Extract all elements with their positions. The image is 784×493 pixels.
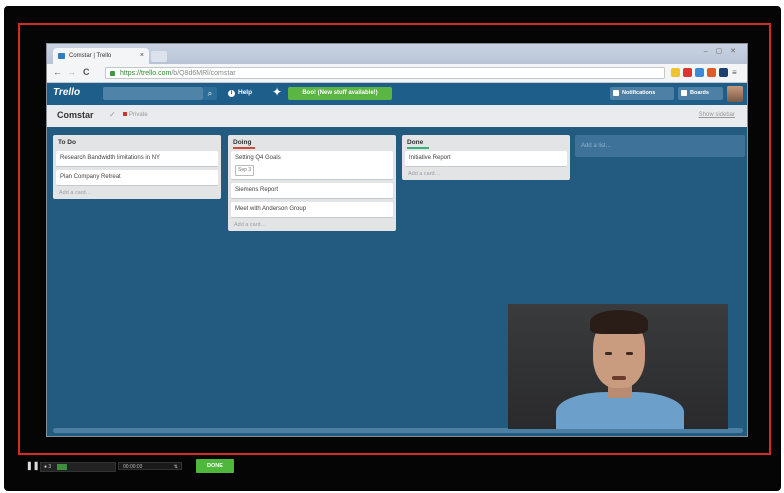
card[interactable]: Plan Company Retreat [56,170,218,186]
extension-icon[interactable] [719,68,728,77]
info-icon: i [228,90,235,97]
forward-icon[interactable]: → [67,67,76,77]
card-text: Plan Company Retreat [60,174,121,180]
board-title[interactable]: Comstar [57,110,94,120]
done-button[interactable]: DONE [196,459,234,473]
label-bar [407,147,429,149]
url-input[interactable]: https://trello.com/b/Q8d6MRl/comstar [105,67,665,79]
lock-icon [110,71,115,76]
window-controls[interactable]: – ▢ ✕ [704,47,739,55]
avatar[interactable] [727,86,743,102]
add-list-button[interactable]: Add a list… [575,135,745,157]
new-stuff-button[interactable]: Boo! (New stuff available!) [288,87,392,100]
notifications-label: Notifications [622,90,656,96]
tab-title: Comstar | Trello [69,53,112,59]
show-sidebar-link[interactable]: Show sidebar [699,112,735,118]
list-title[interactable]: To Do [56,137,218,148]
recording-timer: 00:00:03 ⇅ [118,462,182,470]
recorder-controls: ❚❚ ● 3 00:00:03 ⇅ DONE [22,459,242,473]
card[interactable]: Meet with Anderson Group [231,202,393,218]
list-title[interactable]: Doing [231,137,393,149]
bookmark-star-icon[interactable] [671,68,680,77]
card-text: Siemens Report [235,187,279,193]
add-card-link[interactable]: Add a card… [405,167,567,177]
add-card-link[interactable]: Add a card… [231,218,393,228]
new-tab-button[interactable] [151,51,167,62]
boards-label: Boards [690,90,709,96]
presenter-hair [590,310,648,334]
menu-icon[interactable]: ≡ [732,68,741,77]
search-icon[interactable]: ⌕ [203,87,217,100]
list-title[interactable]: Done [405,137,567,149]
tab-strip: Comstar | Trello × – ▢ ✕ [47,44,747,64]
webcam-overlay [508,304,728,429]
reload-icon[interactable]: C [83,67,90,77]
lock-icon [123,112,127,116]
list-title-text: Doing [233,139,252,146]
help-label: Help [238,89,253,96]
back-icon[interactable]: ← [53,67,62,77]
list-doing: Doing Setting Q4 Goals Sep 3 Siemens Repo… [228,135,396,231]
mic-level-label: ● 3 [44,464,52,470]
audio-level-meter: ● 3 [40,462,116,472]
timer-arrows-icon[interactable]: ⇅ [174,463,178,471]
trello-header: Trello ⌕ i Help ✦ Boo! (New stuff availab… [47,83,747,105]
card[interactable]: Research Bandwidth limitations in NY [56,151,218,167]
board-header: Comstar ✓ Private Show sidebar [47,105,747,127]
trello-logo[interactable]: Trello [53,87,80,98]
card[interactable]: Siemens Report [231,183,393,199]
level-fill [57,464,67,470]
card-text: Research Bandwidth limitations in NY [60,155,161,161]
privacy-button[interactable]: Private [123,112,148,118]
timer-value: 00:00:03 [123,464,143,470]
url-path: /b/Q8d6MRl/comstar [171,70,236,77]
privacy-label: Private [129,112,148,118]
help-button[interactable]: i Help [228,89,252,97]
pause-icon[interactable]: ❚❚ [26,461,39,470]
add-card-link[interactable]: Add a card… [56,186,218,196]
search-input[interactable] [103,87,203,100]
star-icon[interactable]: ✓ [109,110,116,119]
bell-icon [613,90,619,96]
due-date-badge: Sep 3 [235,165,255,176]
label-bar [233,147,255,149]
close-tab-icon[interactable]: × [140,48,144,64]
address-bar-row: ← → C https://trello.com/b/Q8d6MRl/comst… [47,64,747,83]
card[interactable]: Initiative Report [405,151,567,167]
list-title-text: Done [407,139,424,146]
presenter-mouth [612,376,626,380]
url-secure: https://trello.com [120,70,172,77]
extension-icon[interactable] [683,68,692,77]
extension-icon[interactable] [695,68,704,77]
extension-icon[interactable] [707,68,716,77]
boards-icon [681,90,687,96]
list-done: Done Initiative Report Add a card… [402,135,570,180]
trello-favicon-icon [58,53,65,59]
card-text: Initiative Report [409,155,451,161]
card-text: Meet with Anderson Group [235,206,307,212]
taco-mascot-icon: ✦ [271,85,283,99]
browser-tab[interactable]: Comstar | Trello × [53,48,149,64]
card[interactable]: Setting Q4 Goals Sep 3 [231,151,393,180]
card-text: Setting Q4 Goals [235,155,281,161]
presenter-eye [626,352,633,355]
list-to-do: To Do Research Bandwidth limitations in … [53,135,221,199]
notifications-button[interactable]: Notifications [610,87,674,100]
boards-button[interactable]: Boards [678,87,723,100]
presenter-eye [605,352,612,355]
